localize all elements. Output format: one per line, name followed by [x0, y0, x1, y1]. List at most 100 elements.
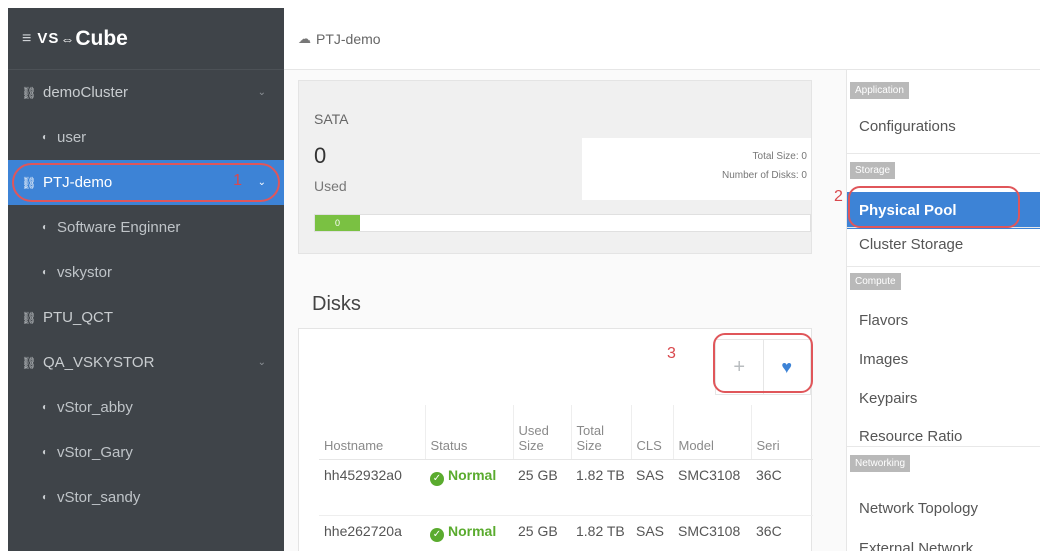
sidebar-item-label: user: [57, 129, 87, 146]
number-of-disks: Number of Disks: 0: [721, 170, 807, 181]
project-icon: ◐: [41, 492, 49, 503]
menu-item-keypairs[interactable]: Keypairs: [859, 390, 917, 407]
annotation-highlight-3: [713, 333, 813, 393]
cell-total: 1.82 TB: [571, 459, 631, 516]
table-row[interactable]: hh452932a0 ✓ Normal 25 GB 1.82 TB SAS SMC3108 3…: [319, 459, 813, 516]
cell-cls: SAS: [631, 515, 673, 551]
sidebar-item-label: demoCluster: [43, 84, 129, 101]
table-row[interactable]: hhe262720a ✓ Normal 25 GB 1.82 TB SAS SMC3108 3…: [319, 515, 813, 551]
table-header-row: Hostname Status Used Size Total Size CLS Mode…: [319, 405, 813, 460]
column-header-used-size[interactable]: Used Size: [513, 405, 572, 460]
cell-used: 25 GB: [513, 515, 571, 551]
menu-item-network-topology[interactable]: Network Topology: [859, 500, 978, 517]
project-icon: ◐: [41, 267, 49, 278]
sata-used-label: Used: [314, 178, 347, 194]
sidebar-item-label: Software Enginner: [57, 219, 181, 236]
section-compute: Compute: [850, 273, 901, 290]
cell-used: 25 GB: [513, 459, 571, 516]
annotation-number-2: 2: [834, 188, 843, 205]
main-content: SATA 0 Used Total Size: 0 Number of Disk…: [284, 70, 846, 551]
sidebar-item-ptj-demo[interactable]: ⛓ PTJ-demo ⌄ 1: [8, 160, 284, 205]
project-icon: ◐: [41, 132, 49, 143]
sidebar-item-software-enginner[interactable]: ◐ Software Enginner: [8, 205, 284, 250]
sata-title: SATA: [314, 111, 349, 127]
annotation-highlight-2: [848, 186, 1020, 228]
menu-item-cluster-storage[interactable]: Cluster Storage: [859, 236, 963, 253]
sidebar-item-vskystor[interactable]: ◐ vskystor: [8, 250, 284, 295]
usage-progress-fill: 0: [315, 215, 360, 231]
cell-serial: 36C: [751, 515, 813, 551]
status-cell: ✓ Normal: [425, 459, 513, 516]
section-application: Application: [850, 82, 909, 99]
sidebar-item-label: vStor_Gary: [57, 444, 133, 461]
disks-title: Disks: [312, 293, 361, 315]
table-body: hh452932a0 ✓ Normal 25 GB 1.82 TB SAS SMC3108 3…: [319, 459, 813, 551]
sidebar-item-vstor-sandy[interactable]: ◐ vStor_sandy: [8, 475, 284, 520]
sata-used-value: 0: [314, 143, 327, 168]
menu-divider: [847, 446, 1040, 447]
disks-table: Hostname Status Used Size Total Size CLS Mode…: [319, 405, 813, 551]
menu-item-external-network[interactable]: External Network: [859, 540, 973, 551]
logo-vs: VS: [37, 30, 60, 47]
right-menu: Application Configurations Storage Physical…: [846, 70, 1040, 551]
cluster-icon: ⛓: [21, 85, 37, 100]
check-circle-icon: ✓: [430, 471, 444, 486]
menu-item-resource-ratio[interactable]: Resource Ratio: [859, 428, 962, 445]
menu-divider: [847, 266, 1040, 267]
menu-item-flavors[interactable]: Flavors: [859, 312, 908, 329]
cell-hostname: hhe262720a: [319, 515, 425, 551]
status-text: Normal: [448, 522, 497, 539]
sidebar-item-qa-vskystor[interactable]: ⛓ QA_VSKYSTOR ⌄: [8, 340, 284, 385]
sidebar: ≡ VS ⇔ Cube ⛓ demoCluster ⌄ ◐ user ⛓ PTJ-demo ⌄…: [8, 8, 284, 551]
sidebar-nav: ⛓ demoCluster ⌄ ◐ user ⛓ PTJ-demo ⌄ 1 ◐ Software E…: [8, 70, 284, 520]
status-text: Normal: [448, 466, 497, 483]
check-circle-icon: ✓: [430, 527, 444, 542]
column-header-model[interactable]: Model: [673, 405, 752, 460]
sidebar-item-user[interactable]: ◐ user: [8, 115, 284, 160]
chevron-down-icon[interactable]: ⌄: [258, 357, 266, 368]
usage-progress-bar: 0: [314, 214, 811, 232]
cell-cls: SAS: [631, 459, 673, 516]
sidebar-item-democluster[interactable]: ⛓ demoCluster ⌄: [8, 70, 284, 115]
annotation-number-1: 1: [233, 172, 242, 189]
sidebar-item-label: PTU_QCT: [43, 309, 114, 326]
sidebar-item-label: vStor_abby: [57, 399, 133, 416]
column-header-status[interactable]: Status: [425, 405, 514, 460]
cell-total: 1.82 TB: [571, 515, 631, 551]
section-networking: Networking: [850, 455, 911, 472]
disks-card: + ♥ 3 Hostname Status Used Size Total Size C…: [298, 328, 813, 551]
sata-summary-card: SATA 0 Used Total Size: 0 Number of Disk…: [298, 80, 812, 254]
logo-link-icon: ⇔: [60, 30, 75, 47]
cluster-icon: ⛓: [21, 310, 37, 325]
column-header-seri[interactable]: Seri: [751, 405, 813, 460]
total-size: Total Size: 0: [752, 151, 807, 162]
chevron-down-icon[interactable]: ⌄: [258, 87, 266, 98]
sidebar-item-label: vskystor: [57, 264, 113, 281]
sidebar-item-vstor-gary[interactable]: ◐ vStor_Gary: [8, 430, 284, 475]
logo-cube: Cube: [75, 26, 128, 50]
column-header-cls[interactable]: CLS: [631, 405, 674, 460]
status-cell: ✓ Normal: [425, 515, 513, 551]
project-icon: ◐: [41, 447, 49, 458]
breadcrumb: ☁ PTJ-demo: [284, 8, 1040, 70]
sidebar-item-label: QA_VSKYSTOR: [43, 354, 155, 371]
sidebar-item-ptu-qct[interactable]: ⛓ PTU_QCT: [8, 295, 284, 340]
project-icon: ◐: [41, 402, 49, 413]
menu-item-images[interactable]: Images: [859, 351, 908, 368]
sidebar-item-vstor-abby[interactable]: ◐ vStor_abby: [8, 385, 284, 430]
annotation-number-3: 3: [667, 345, 676, 362]
section-storage: Storage: [850, 162, 896, 179]
sidebar-item-label: vStor_sandy: [57, 489, 141, 506]
page-title: PTJ-demo: [316, 30, 381, 47]
cell-model: SMC3108: [673, 515, 751, 551]
menu-item-configurations[interactable]: Configurations: [859, 118, 956, 135]
hamburger-icon[interactable]: ≡: [22, 30, 31, 48]
column-header-hostname[interactable]: Hostname: [319, 405, 426, 460]
cloud-icon: ☁: [298, 30, 311, 46]
cell-model: SMC3108: [673, 459, 751, 516]
sata-info-box: Total Size: 0 Number of Disks: 0: [582, 138, 811, 200]
column-header-total-size[interactable]: Total Size: [571, 405, 632, 460]
project-icon: ◐: [41, 222, 49, 233]
brand-bar: ≡ VS ⇔ Cube: [8, 8, 284, 70]
cell-hostname: hh452932a0: [319, 459, 425, 516]
